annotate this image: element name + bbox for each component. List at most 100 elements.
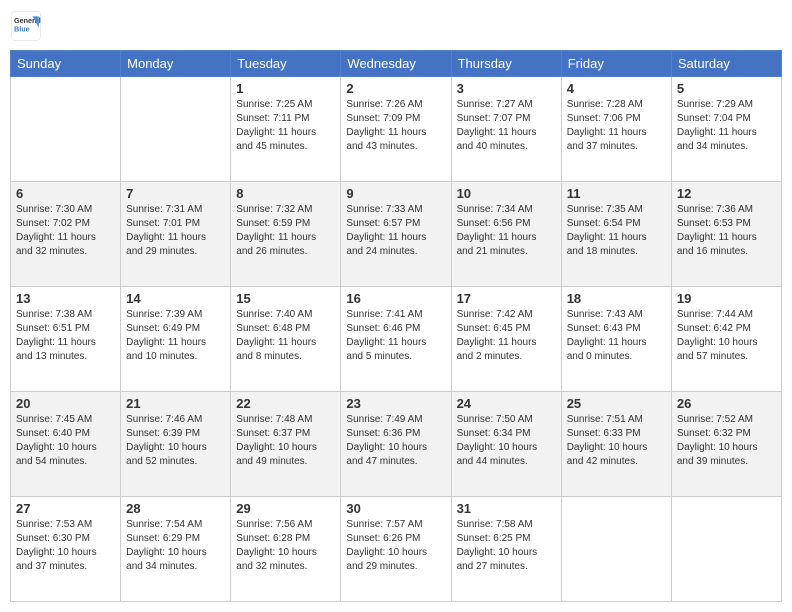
calendar-day-4: 4 Sunrise: 7:28 AM Sunset: 7:06 PM Daylig… (561, 77, 671, 182)
day-number: 10 (457, 186, 556, 201)
day-info: Sunrise: 7:44 AM Sunset: 6:42 PM Dayligh… (677, 308, 776, 364)
day-info: Sunrise: 7:32 AM Sunset: 6:59 PM Dayligh… (236, 203, 335, 259)
day-info: Sunrise: 7:54 AM Sunset: 6:29 PM Dayligh… (126, 518, 225, 574)
day-number: 6 (16, 186, 115, 201)
calendar-day-3: 3Sunrise: 7:27 AM Sunset: 7:07 PM Daylig… (451, 77, 561, 182)
calendar-week-2: 6 Sunrise: 7:30 AM Sunset: 7:02 PM Daylig… (11, 182, 782, 287)
day-info: Sunrise: 7:50 AM Sunset: 6:34 PM Dayligh… (457, 413, 556, 469)
day-info: Sunrise: 7:58 AM Sunset: 6:25 PM Dayligh… (457, 518, 556, 574)
empty-cell (121, 77, 231, 182)
calendar-day-27: 27 Sunrise: 7:53 AM Sunset: 6:30 PM Dayli… (11, 497, 121, 602)
day-number: 1 (236, 81, 335, 96)
calendar-day-15: 15 Sunrise: 7:40 AM Sunset: 6:48 PM Dayli… (231, 287, 341, 392)
calendar-week-5: 27 Sunrise: 7:53 AM Sunset: 6:30 PM Dayli… (11, 497, 782, 602)
day-info: Sunrise: 7:51 AM Sunset: 6:33 PM Dayligh… (567, 413, 666, 469)
day-info: Sunrise: 7:42 AM Sunset: 6:45 PM Dayligh… (457, 308, 556, 364)
calendar-table: SundayMondayTuesdayWednesdayThursdayFrid… (10, 50, 782, 602)
calendar-day-26: 26 Sunrise: 7:52 AM Sunset: 6:32 PM Dayli… (671, 392, 781, 497)
svg-text:Blue: Blue (14, 25, 30, 34)
day-info: Sunrise: 7:52 AM Sunset: 6:32 PM Dayligh… (677, 413, 776, 469)
day-info: Sunrise: 7:36 AM Sunset: 6:53 PM Dayligh… (677, 203, 776, 259)
empty-cell (671, 497, 781, 602)
calendar-day-21: 21Sunrise: 7:46 AM Sunset: 6:39 PM Dayli… (121, 392, 231, 497)
page-container: General Blue SundayMondayTuesdayWednesda… (0, 0, 792, 612)
day-info: Sunrise: 7:57 AM Sunset: 6:26 PM Dayligh… (346, 518, 445, 574)
calendar-day-5: 5 Sunrise: 7:29 AM Sunset: 7:04 PM Daylig… (671, 77, 781, 182)
calendar-week-1: 1 Sunrise: 7:25 AM Sunset: 7:11 PM Daylig… (11, 77, 782, 182)
day-number: 18 (567, 291, 666, 306)
day-info: Sunrise: 7:46 AM Sunset: 6:39 PM Dayligh… (126, 413, 225, 469)
day-number: 17 (457, 291, 556, 306)
day-number: 12 (677, 186, 776, 201)
header: General Blue (10, 10, 782, 42)
calendar-day-17: 17 Sunrise: 7:42 AM Sunset: 6:45 PM Dayli… (451, 287, 561, 392)
calendar-day-20: 20 Sunrise: 7:45 AM Sunset: 6:40 PM Dayli… (11, 392, 121, 497)
calendar-day-11: 11Sunrise: 7:35 AM Sunset: 6:54 PM Dayli… (561, 182, 671, 287)
calendar-day-2: 2Sunrise: 7:26 AM Sunset: 7:09 PM Daylig… (341, 77, 451, 182)
calendar-day-30: 30 Sunrise: 7:57 AM Sunset: 6:26 PM Dayli… (341, 497, 451, 602)
day-number: 4 (567, 81, 666, 96)
calendar-header-row: SundayMondayTuesdayWednesdayThursdayFrid… (11, 51, 782, 77)
calendar-day-31: 31 Sunrise: 7:58 AM Sunset: 6:25 PM Dayli… (451, 497, 561, 602)
empty-cell (11, 77, 121, 182)
day-number: 27 (16, 501, 115, 516)
calendar-day-10: 10Sunrise: 7:34 AM Sunset: 6:56 PM Dayli… (451, 182, 561, 287)
empty-cell (561, 497, 671, 602)
calendar-week-3: 13 Sunrise: 7:38 AM Sunset: 6:51 PM Dayli… (11, 287, 782, 392)
day-info: Sunrise: 7:41 AM Sunset: 6:46 PM Dayligh… (346, 308, 445, 364)
day-number: 20 (16, 396, 115, 411)
day-number: 16 (346, 291, 445, 306)
day-info: Sunrise: 7:56 AM Sunset: 6:28 PM Dayligh… (236, 518, 335, 574)
calendar-day-16: 16 Sunrise: 7:41 AM Sunset: 6:46 PM Dayli… (341, 287, 451, 392)
day-number: 24 (457, 396, 556, 411)
day-header-sunday: Sunday (11, 51, 121, 77)
day-info: Sunrise: 7:29 AM Sunset: 7:04 PM Dayligh… (677, 98, 776, 154)
day-info: Sunrise: 7:48 AM Sunset: 6:37 PM Dayligh… (236, 413, 335, 469)
day-number: 5 (677, 81, 776, 96)
calendar-day-12: 12 Sunrise: 7:36 AM Sunset: 6:53 PM Dayli… (671, 182, 781, 287)
logo: General Blue (10, 10, 42, 42)
day-info: Sunrise: 7:31 AM Sunset: 7:01 PM Dayligh… (126, 203, 225, 259)
day-number: 26 (677, 396, 776, 411)
calendar-day-7: 7Sunrise: 7:31 AM Sunset: 7:01 PM Daylig… (121, 182, 231, 287)
calendar-day-18: 18 Sunrise: 7:43 AM Sunset: 6:43 PM Dayli… (561, 287, 671, 392)
day-info: Sunrise: 7:40 AM Sunset: 6:48 PM Dayligh… (236, 308, 335, 364)
calendar-day-28: 28 Sunrise: 7:54 AM Sunset: 6:29 PM Dayli… (121, 497, 231, 602)
calendar-day-8: 8 Sunrise: 7:32 AM Sunset: 6:59 PM Daylig… (231, 182, 341, 287)
day-info: Sunrise: 7:30 AM Sunset: 7:02 PM Dayligh… (16, 203, 115, 259)
day-info: Sunrise: 7:25 AM Sunset: 7:11 PM Dayligh… (236, 98, 335, 154)
calendar-day-6: 6 Sunrise: 7:30 AM Sunset: 7:02 PM Daylig… (11, 182, 121, 287)
day-number: 28 (126, 501, 225, 516)
day-header-tuesday: Tuesday (231, 51, 341, 77)
calendar-day-1: 1 Sunrise: 7:25 AM Sunset: 7:11 PM Daylig… (231, 77, 341, 182)
day-info: Sunrise: 7:33 AM Sunset: 6:57 PM Dayligh… (346, 203, 445, 259)
day-number: 2 (346, 81, 445, 96)
day-header-friday: Friday (561, 51, 671, 77)
day-number: 22 (236, 396, 335, 411)
day-info: Sunrise: 7:53 AM Sunset: 6:30 PM Dayligh… (16, 518, 115, 574)
calendar-day-24: 24 Sunrise: 7:50 AM Sunset: 6:34 PM Dayli… (451, 392, 561, 497)
day-number: 15 (236, 291, 335, 306)
calendar-day-9: 9 Sunrise: 7:33 AM Sunset: 6:57 PM Daylig… (341, 182, 451, 287)
day-header-saturday: Saturday (671, 51, 781, 77)
day-info: Sunrise: 7:39 AM Sunset: 6:49 PM Dayligh… (126, 308, 225, 364)
day-info: Sunrise: 7:43 AM Sunset: 6:43 PM Dayligh… (567, 308, 666, 364)
day-number: 9 (346, 186, 445, 201)
day-info: Sunrise: 7:28 AM Sunset: 7:06 PM Dayligh… (567, 98, 666, 154)
day-number: 8 (236, 186, 335, 201)
calendar-day-14: 14Sunrise: 7:39 AM Sunset: 6:49 PM Dayli… (121, 287, 231, 392)
day-number: 3 (457, 81, 556, 96)
day-number: 19 (677, 291, 776, 306)
day-number: 25 (567, 396, 666, 411)
day-number: 13 (16, 291, 115, 306)
day-info: Sunrise: 7:35 AM Sunset: 6:54 PM Dayligh… (567, 203, 666, 259)
day-number: 30 (346, 501, 445, 516)
day-header-wednesday: Wednesday (341, 51, 451, 77)
day-info: Sunrise: 7:45 AM Sunset: 6:40 PM Dayligh… (16, 413, 115, 469)
day-number: 31 (457, 501, 556, 516)
calendar-day-29: 29Sunrise: 7:56 AM Sunset: 6:28 PM Dayli… (231, 497, 341, 602)
day-info: Sunrise: 7:38 AM Sunset: 6:51 PM Dayligh… (16, 308, 115, 364)
calendar-day-25: 25 Sunrise: 7:51 AM Sunset: 6:33 PM Dayli… (561, 392, 671, 497)
logo-icon: General Blue (10, 10, 42, 42)
day-number: 23 (346, 396, 445, 411)
